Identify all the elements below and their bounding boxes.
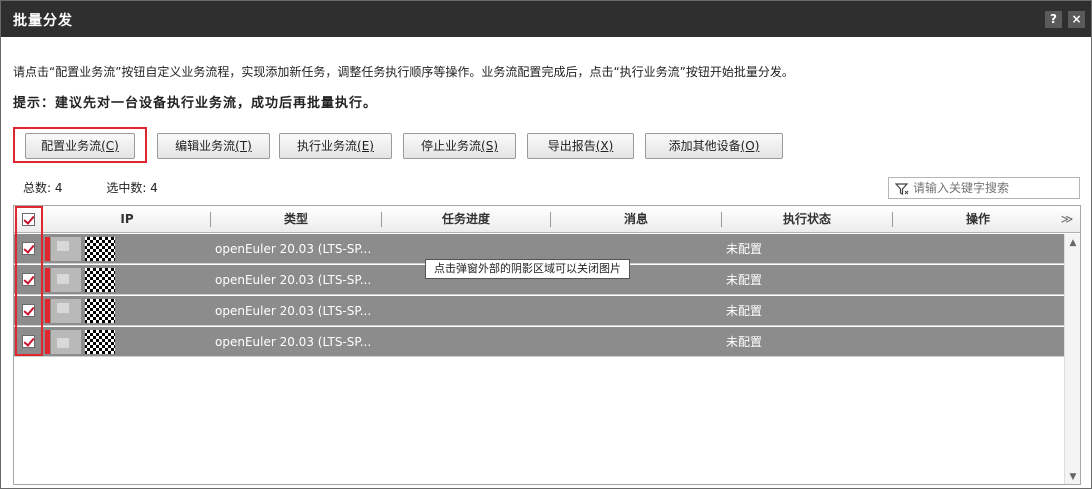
selected-count: 选中数: 4: [106, 181, 158, 195]
counts-bar: 总数: 4 选中数: 4: [23, 179, 198, 196]
table-row[interactable]: openEuler 20.03 (LTS-SP... 未配置: [14, 296, 1064, 326]
execute-workflow-label: 执行业务流: [297, 139, 358, 153]
type-cell: openEuler 20.03 (LTS-SP...: [215, 242, 372, 256]
type-cell: openEuler 20.03 (LTS-SP...: [215, 304, 372, 318]
ip-redacted-mask: [45, 237, 115, 261]
status-cell: 未配置: [726, 304, 763, 318]
configure-workflow-label: 配置业务流: [41, 139, 102, 153]
select-all-checkbox[interactable]: [22, 213, 35, 226]
row-checkbox[interactable]: [22, 273, 35, 286]
status-cell: 未配置: [726, 335, 763, 349]
device-table: IP 类型 任务进度 消息 执行状态 操作 ≫ openEuler 20.03 …: [13, 205, 1081, 485]
column-header-progress[interactable]: 任务进度: [382, 206, 550, 233]
table-row[interactable]: openEuler 20.03 (LTS-SP... 未配置: [14, 327, 1064, 357]
column-header-ip[interactable]: IP: [44, 206, 210, 233]
search-box[interactable]: [888, 177, 1080, 199]
vertical-scrollbar[interactable]: ▲ ▼: [1064, 234, 1080, 484]
stop-workflow-key: (S): [481, 139, 498, 153]
status-cell: 未配置: [726, 242, 763, 256]
column-header-action[interactable]: 操作: [893, 206, 1063, 233]
title-bar: 批量分发 ? ×: [1, 1, 1091, 37]
batch-distribute-dialog: 批量分发 ? × 请点击“配置业务流”按钮自定义业务流程，实现添加新任务，调整任…: [0, 0, 1092, 489]
add-device-key: (O): [740, 139, 760, 153]
expand-columns-icon[interactable]: ≫: [1060, 212, 1074, 226]
add-device-button[interactable]: 添加其他设备(O): [645, 133, 783, 159]
export-report-button[interactable]: 导出报告(X): [527, 133, 634, 159]
ip-redacted-mask: [45, 268, 115, 292]
dialog-title: 批量分发: [13, 13, 73, 29]
export-report-key: (X): [595, 139, 614, 153]
configure-workflow-button[interactable]: 配置业务流(C): [25, 133, 135, 159]
tooltip: 点击弹窗外部的阴影区域可以关闭图片: [425, 259, 630, 279]
add-device-label: 添加其他设备: [668, 139, 741, 153]
help-button[interactable]: ?: [1045, 11, 1062, 28]
edit-workflow-key: (T): [235, 139, 252, 153]
row-checkbox[interactable]: [22, 242, 35, 255]
toolbar: 配置业务流(C) 编辑业务流(T) 执行业务流(E) 停止业务流(S) 导出报告…: [13, 127, 1083, 163]
row-checkbox[interactable]: [22, 335, 35, 348]
ip-redacted-mask: [45, 299, 115, 323]
column-header-message[interactable]: 消息: [551, 206, 721, 233]
configure-workflow-key: (C): [101, 139, 119, 153]
edit-workflow-label: 编辑业务流: [175, 139, 236, 153]
execute-workflow-key: (E): [357, 139, 374, 153]
description-text: 请点击“配置业务流”按钮自定义业务流程，实现添加新任务，调整任务执行顺序等操作。…: [13, 65, 794, 79]
type-cell: openEuler 20.03 (LTS-SP...: [215, 273, 372, 287]
status-cell: 未配置: [726, 273, 763, 287]
row-checkbox[interactable]: [22, 304, 35, 317]
stop-workflow-label: 停止业务流: [421, 139, 482, 153]
scroll-up-icon[interactable]: ▲: [1068, 238, 1078, 248]
edit-workflow-button[interactable]: 编辑业务流(T): [157, 133, 270, 159]
close-button[interactable]: ×: [1068, 11, 1085, 28]
export-report-label: 导出报告: [547, 139, 596, 153]
stop-workflow-button[interactable]: 停止业务流(S): [403, 133, 516, 159]
type-cell: openEuler 20.03 (LTS-SP...: [215, 335, 372, 349]
filter-icon: [895, 183, 909, 195]
hint-text: 提示：建议先对一台设备执行业务流，成功后再批量执行。: [13, 96, 378, 111]
execute-workflow-button[interactable]: 执行业务流(E): [279, 133, 392, 159]
ip-redacted-mask: [45, 330, 115, 354]
column-header-status[interactable]: 执行状态: [722, 206, 892, 233]
table-header: IP 类型 任务进度 消息 执行状态 操作 ≫: [14, 206, 1080, 233]
search-input[interactable]: [913, 180, 1073, 196]
column-header-type[interactable]: 类型: [211, 206, 381, 233]
scroll-down-icon[interactable]: ▼: [1068, 472, 1078, 482]
total-count: 总数: 4: [23, 181, 63, 195]
